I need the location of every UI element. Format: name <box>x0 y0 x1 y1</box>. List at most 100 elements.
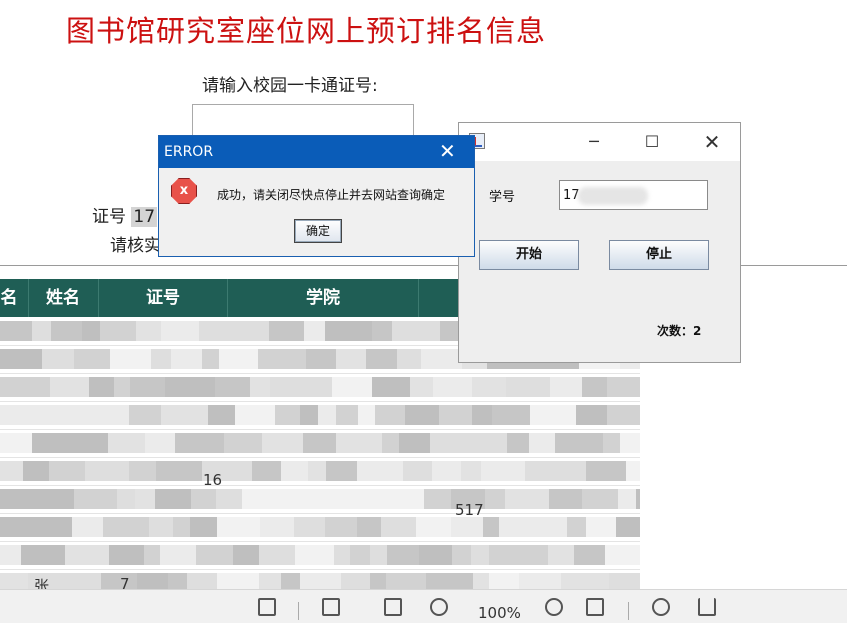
redacted-block <box>145 433 175 453</box>
redacted-block <box>375 405 405 425</box>
redacted-block <box>605 545 640 565</box>
redacted-block <box>510 545 529 565</box>
redacted-block <box>108 433 145 453</box>
redacted-block <box>433 377 454 397</box>
redacted-block <box>89 377 114 397</box>
redacted-block <box>0 321 32 341</box>
redacted-block <box>231 321 269 341</box>
redacted-block <box>625 377 640 397</box>
redacted-block <box>269 321 304 341</box>
redacted-block <box>42 349 74 369</box>
redacted-block <box>23 461 49 481</box>
redacted-block <box>620 433 640 453</box>
redacted-block <box>41 517 72 537</box>
redacted-block <box>430 433 468 453</box>
redacted-block <box>74 433 108 453</box>
redacted-block <box>548 545 574 565</box>
redacted-block <box>129 461 156 481</box>
redacted-block <box>372 377 410 397</box>
minimize-button[interactable]: ─ <box>579 131 609 153</box>
redacted-block <box>370 573 386 589</box>
header-cert: 证号 <box>99 279 228 317</box>
toolbar-separator <box>298 602 299 620</box>
redacted-block <box>529 545 548 565</box>
cert-number-line: 证号 17 <box>92 202 158 227</box>
redacted-block <box>357 461 403 481</box>
download-icon[interactable] <box>698 598 716 616</box>
redacted-block <box>416 517 451 537</box>
redacted-block <box>49 461 85 481</box>
visible-fragment: 16 <box>203 471 223 489</box>
maximize-button[interactable]: ☐ <box>637 131 667 153</box>
student-id-input[interactable]: 17 <box>559 180 708 210</box>
table-row <box>0 373 640 402</box>
table-row <box>0 485 640 514</box>
redacted-block <box>489 573 519 589</box>
rotate-icon[interactable] <box>652 598 670 616</box>
redacted-block <box>405 405 439 425</box>
redacted-block <box>549 489 582 509</box>
visible-fragment: 517 <box>455 501 484 519</box>
redacted-block <box>332 377 372 397</box>
redacted-block <box>161 321 199 341</box>
start-button[interactable]: 开始 <box>479 240 579 270</box>
fit-width-icon[interactable] <box>384 598 402 616</box>
redacted-block <box>281 461 308 481</box>
redacted-block <box>110 349 151 369</box>
redacted-block <box>59 573 101 589</box>
redacted-block <box>219 349 258 369</box>
visible-fragment: 7 <box>120 575 130 589</box>
redacted-block <box>410 377 433 397</box>
redacted-block <box>618 489 636 509</box>
redacted-block <box>366 349 397 369</box>
table-row <box>0 429 640 458</box>
redacted-block <box>525 461 559 481</box>
redacted-block <box>399 433 430 453</box>
fit-page-icon[interactable] <box>322 598 340 616</box>
redacted-block <box>136 321 161 341</box>
page-view-icon[interactable] <box>258 598 276 616</box>
redacted-block <box>316 377 332 397</box>
ok-button[interactable]: 确定 <box>294 219 342 243</box>
redacted-block <box>356 489 376 509</box>
redacted-block <box>334 545 350 565</box>
redacted-block <box>386 573 426 589</box>
redacted-block <box>137 573 168 589</box>
redacted-block <box>421 349 462 369</box>
zoom-level[interactable]: 100% <box>478 604 521 622</box>
java-title-bar[interactable]: ─ ☐ ✕ <box>459 123 740 161</box>
redacted-block <box>155 489 191 509</box>
close-button[interactable]: ✕ <box>697 131 727 153</box>
redacted-block <box>325 321 372 341</box>
stop-button[interactable]: 停止 <box>609 240 709 270</box>
page-title: 图书馆研究室座位网上预订排名信息 <box>66 14 547 48</box>
redacted-block <box>135 489 155 509</box>
redacted-block <box>326 461 357 481</box>
redacted-block <box>130 377 165 397</box>
zoom-out-icon[interactable] <box>430 598 448 616</box>
redacted-block <box>103 517 149 537</box>
redacted-block <box>582 489 618 509</box>
redacted-block <box>489 545 510 565</box>
redacted-block <box>481 461 525 481</box>
redacted-block <box>303 433 336 453</box>
redacted-block <box>372 321 392 341</box>
redacted-block <box>100 405 129 425</box>
error-title-bar[interactable]: ERROR ✕ <box>159 136 474 168</box>
table-row <box>0 541 640 570</box>
redacted-block <box>177 405 208 425</box>
error-title: ERROR <box>164 144 214 160</box>
redacted-block <box>74 489 117 509</box>
redacted-block <box>50 377 89 397</box>
redacted-block <box>74 349 110 369</box>
redacted-block <box>270 377 316 397</box>
redacted-block <box>63 405 100 425</box>
redacted-block <box>461 461 481 481</box>
zoom-in-icon[interactable] <box>545 598 563 616</box>
redacted-block <box>472 377 506 397</box>
redacted-block <box>275 405 300 425</box>
pdf-toolbar: 100% <box>0 589 847 623</box>
redacted-block <box>0 405 42 425</box>
two-page-icon[interactable] <box>586 598 604 616</box>
error-close-icon[interactable]: ✕ <box>439 139 456 163</box>
